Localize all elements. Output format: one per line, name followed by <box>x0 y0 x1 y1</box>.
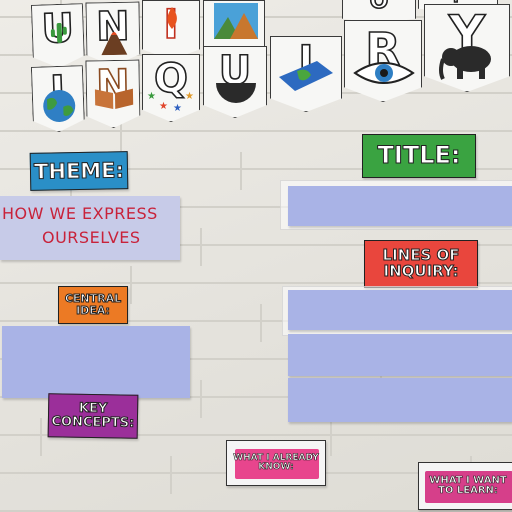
title-blank-card <box>288 186 512 226</box>
book-icon <box>93 85 135 112</box>
svg-text:★: ★ <box>159 101 168 112</box>
flame-icon <box>167 7 177 29</box>
banner-flag-n2: N <box>85 60 140 129</box>
lines-of-inquiry-blank-3 <box>288 378 512 422</box>
theme-label: THEME: <box>29 151 129 191</box>
theme-value-line-2: OURSELVES <box>42 228 141 247</box>
central-idea-line-2: IDEA: <box>76 304 111 317</box>
svg-text:★: ★ <box>147 91 156 102</box>
banner-flag-n: N <box>85 2 140 67</box>
lines-of-inquiry-line-2: INQUIRY: <box>383 262 459 280</box>
theme-value-card: HOW WE EXPRESS OURSELVES <box>0 196 180 260</box>
banner-letter: O <box>369 0 389 14</box>
lines-of-inquiry-blank-1 <box>288 290 512 330</box>
what-i-know-line-2: KNOW: <box>258 462 294 473</box>
lines-of-inquiry-label: LINES OF INQUIRY: <box>364 240 478 288</box>
theme-value-line-1: HOW WE EXPRESS <box>2 204 158 223</box>
title-label: TITLE: <box>362 134 476 178</box>
cactus-icon <box>48 21 69 46</box>
title-label-text: TITLE: <box>377 141 461 170</box>
banner-flag-i2: I <box>31 65 85 133</box>
banner-flag-y: Y <box>424 4 510 92</box>
what-i-already-know-label: WHAT I ALREADY KNOW: <box>226 440 326 486</box>
svg-text:★: ★ <box>173 103 182 113</box>
stars-icon: ★★ ★★ <box>147 91 194 113</box>
elephant-icon <box>439 46 491 80</box>
what-i-want-line-2: TO LEARN: <box>438 485 498 496</box>
eye-icon <box>353 62 415 84</box>
central-idea-blank-card <box>2 326 190 398</box>
key-concepts-label: KEY CONCEPTS: <box>47 393 139 439</box>
central-idea-label: CENTRAL IDEA: <box>58 286 128 324</box>
key-concepts-line-2: CONCEPTS: <box>51 414 135 431</box>
banner-flag-q: Q ★ ★ ★ ★ <box>142 54 200 122</box>
globe-icon <box>39 88 80 123</box>
banner-flag-u: U <box>31 3 85 69</box>
lines-of-inquiry-blank-2 <box>288 334 512 376</box>
banner-flag-r: R <box>344 20 422 102</box>
volcano-icon <box>97 29 131 56</box>
half-sphere-icon <box>216 83 256 103</box>
banner-flag-i3: I <box>270 36 342 112</box>
svg-text:★: ★ <box>185 91 194 102</box>
landscape-icon <box>214 3 258 39</box>
what-i-want-to-learn-label: WHAT I WANT TO LEARN: <box>418 462 512 510</box>
earth-map-icon <box>279 61 333 91</box>
theme-label-text: THEME: <box>33 158 125 185</box>
banner-flag-u2: U <box>203 46 267 118</box>
banner-flag-i: I <box>142 0 200 60</box>
